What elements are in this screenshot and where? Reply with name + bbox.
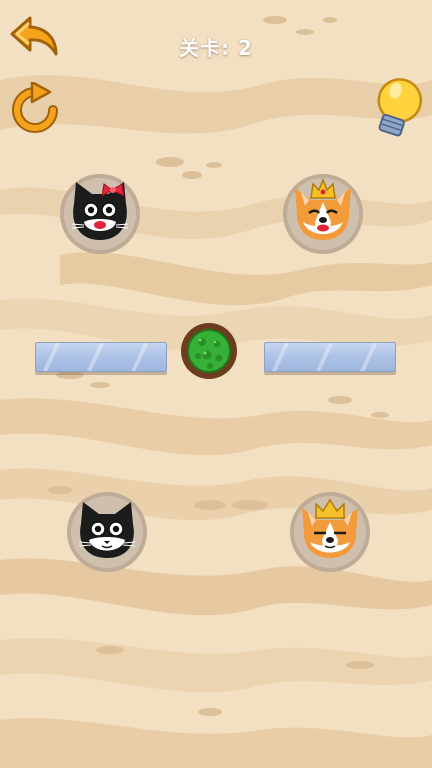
- virus-ball-icon: [181, 323, 237, 379]
- black-cat-token[interactable]: [67, 492, 147, 572]
- queen-corgi-face-icon: [295, 178, 351, 240]
- queen-corgi-token[interactable]: [283, 174, 363, 254]
- hint-button[interactable]: [370, 76, 424, 142]
- black-cat-face-icon: [78, 502, 136, 558]
- king-corgi-token[interactable]: [290, 492, 370, 572]
- restart-button[interactable]: [10, 80, 60, 136]
- level-title: 关卡: 2: [179, 36, 253, 60]
- sand-background: [0, 0, 432, 768]
- female-black-cat-token[interactable]: [60, 174, 140, 254]
- glass-barrier-left[interactable]: [35, 342, 167, 372]
- lightbulb-icon: [377, 78, 423, 137]
- king-corgi-face-icon: [302, 498, 358, 558]
- female-black-cat-face-icon: [71, 182, 129, 240]
- glass-barrier-right[interactable]: [264, 342, 396, 372]
- green-virus-ball[interactable]: [180, 322, 238, 380]
- restart-icon: [12, 80, 58, 133]
